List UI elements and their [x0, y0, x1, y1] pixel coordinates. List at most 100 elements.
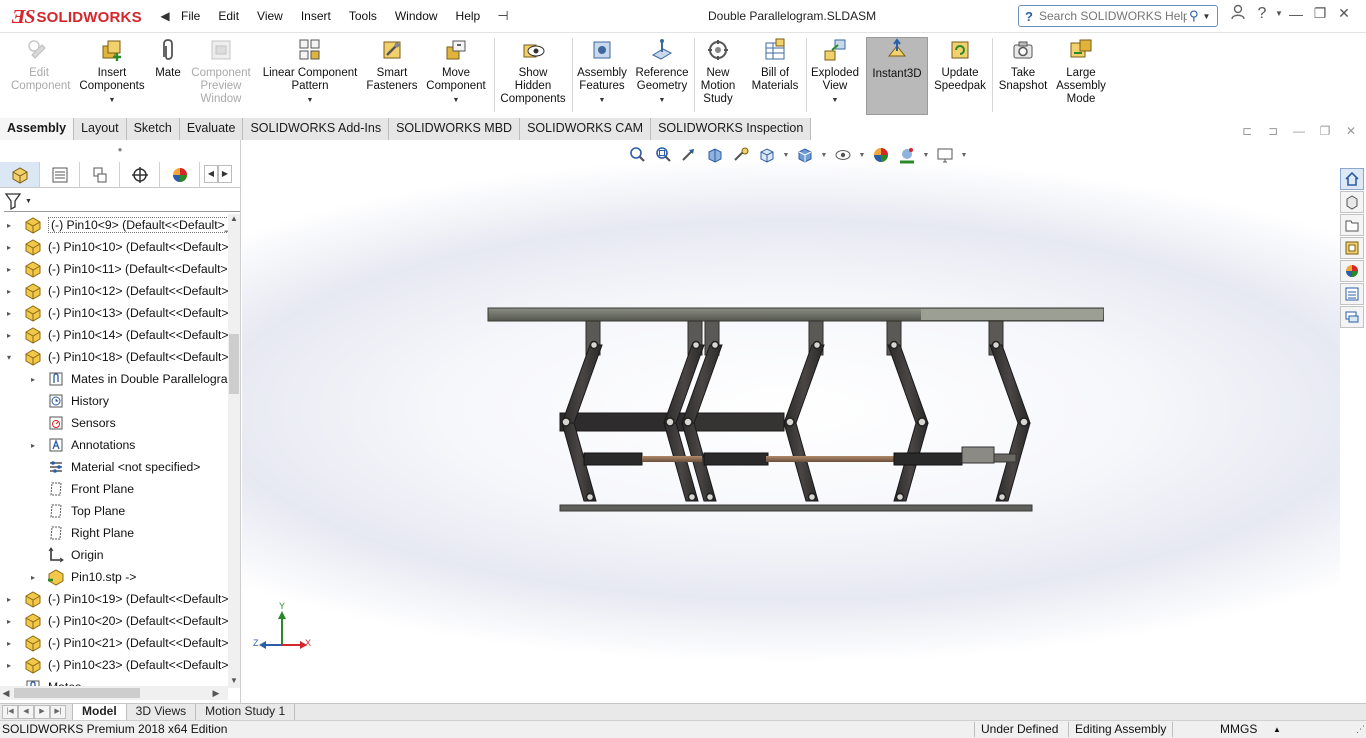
take-snapshot-button[interactable]: Take Snapshot	[996, 37, 1050, 115]
exploded-view-dropdown-icon[interactable]: ▼	[832, 94, 839, 107]
tree-expand-arrow-icon[interactable]: ▸	[4, 221, 14, 230]
unit-system-dropdown-icon[interactable]: ▲	[1273, 721, 1281, 738]
reference-geometry-button[interactable]: Reference Geometry ▼	[632, 37, 692, 115]
restore-icon[interactable]: ❐	[1308, 5, 1332, 22]
tree-expand-arrow-icon[interactable]: ▸	[4, 287, 14, 296]
tab-solidworks-inspection[interactable]: SOLIDWORKS Inspection	[651, 118, 812, 140]
assembly-features-button[interactable]: Assembly Features ▼	[574, 37, 630, 115]
view-orientation-dropdown-icon[interactable]: ▼	[781, 152, 791, 159]
view-palette-tab[interactable]	[1340, 237, 1364, 259]
tab-motion-study-1[interactable]: Motion Study 1	[196, 704, 296, 720]
dimxpert-manager-tab[interactable]	[120, 162, 160, 187]
tree-expand-arrow-icon[interactable]: ▸	[4, 661, 14, 670]
insert-components-button[interactable]: Insert Components ▼	[76, 37, 148, 115]
feature-manager-tab[interactable]	[0, 162, 40, 187]
tab-model[interactable]: Model	[72, 704, 127, 720]
search-options-dropdown-icon[interactable]: ▼	[1203, 12, 1211, 21]
instant3d-button[interactable]: Instant3D	[866, 37, 928, 115]
help-dropdown-icon[interactable]: ▼	[1274, 9, 1284, 18]
show-hidden-components-button[interactable]: Show Hidden Components	[498, 37, 568, 115]
tree-row[interactable]: Right Plane	[0, 522, 228, 544]
tab-3d-views[interactable]: 3D Views	[127, 704, 197, 720]
horizontal-scroll-thumb[interactable]	[14, 688, 140, 698]
view-settings-icon[interactable]	[933, 144, 957, 166]
tree-row[interactable]: ▸ (-) Pin10<9> (Default<<Default>_	[0, 214, 228, 236]
tree-horizontal-scrollbar[interactable]: ◀ ▶	[0, 686, 228, 700]
move-component-dropdown-icon[interactable]: ▼	[453, 94, 460, 107]
apply-scene-dropdown-icon[interactable]: ▼	[921, 152, 931, 159]
tree-row[interactable]: ▸ (-) Pin10<10> (Default<<Default>	[0, 236, 228, 258]
tree-expand-arrow-icon[interactable]: ▸	[4, 331, 14, 340]
property-manager-tab[interactable]	[40, 162, 80, 187]
zoom-to-area-icon[interactable]	[651, 144, 675, 166]
tree-vertical-scrollbar[interactable]: ▲ ▼	[228, 214, 240, 688]
collapse-left-icon[interactable]: ⊏	[1234, 124, 1260, 138]
custom-properties-tab[interactable]	[1340, 283, 1364, 305]
large-assembly-mode-button[interactable]: Large Assembly Mode	[1054, 37, 1108, 115]
scroll-up-icon[interactable]: ▲	[228, 214, 240, 226]
menu-file[interactable]: File	[172, 8, 209, 24]
next-tab-icon[interactable]: ▶	[34, 705, 50, 719]
menu-edit[interactable]: Edit	[209, 8, 248, 24]
tree-row[interactable]: ▸ (-) Pin10<21> (Default<<Default>	[0, 632, 228, 654]
hide-show-dropdown-icon[interactable]: ▼	[857, 152, 867, 159]
filter-dropdown-icon[interactable]: ▼	[25, 198, 32, 205]
display-manager-tab[interactable]	[160, 162, 200, 187]
previous-tab-icon[interactable]: ◀	[18, 705, 34, 719]
edit-appearance-icon[interactable]	[869, 144, 893, 166]
view-orientation-icon[interactable]	[755, 144, 779, 166]
manager-tabs-scroll-left-icon[interactable]: ◀	[204, 165, 218, 183]
minimize-icon[interactable]: —	[1284, 6, 1308, 22]
appearances-scenes-tab[interactable]	[1340, 260, 1364, 282]
tree-row[interactable]: Front Plane	[0, 478, 228, 500]
menu-help[interactable]: Help	[447, 8, 490, 24]
solidworks-forum-tab[interactable]	[1340, 306, 1364, 328]
exploded-view-button[interactable]: Exploded View ▼	[808, 37, 862, 115]
tree-expand-arrow-icon[interactable]: ▸	[28, 441, 38, 450]
configuration-manager-tab[interactable]	[80, 162, 120, 187]
close-icon[interactable]: ✕	[1332, 5, 1356, 22]
tree-row[interactable]: ▸ (-) Pin10<12> (Default<<Default>	[0, 280, 228, 302]
file-explorer-tab[interactable]	[1340, 214, 1364, 236]
tree-expand-arrow-icon[interactable]: ▸	[28, 375, 38, 384]
solidworks-logo[interactable]: ƎS SOLIDWORKS	[12, 3, 142, 31]
tab-solidworks-cam[interactable]: SOLIDWORKS CAM	[520, 118, 652, 140]
tree-row[interactable]: ▸ (-) Pin10<20> (Default<<Default>	[0, 610, 228, 632]
hide-show-items-icon[interactable]	[831, 144, 855, 166]
tree-expand-arrow-icon[interactable]: ▸	[4, 243, 14, 252]
help-icon[interactable]: ?	[1250, 5, 1274, 23]
user-account-icon[interactable]	[1226, 4, 1250, 23]
tab-assembly[interactable]: Assembly	[0, 118, 75, 140]
insert-components-dropdown-icon[interactable]: ▼	[109, 94, 116, 107]
component-preview-window-button[interactable]: Component Preview Window	[188, 37, 254, 115]
tree-row[interactable]: Material <not specified>	[0, 456, 228, 478]
tree-row[interactable]: ▸ (-) Pin10<11> (Default<<Default>	[0, 258, 228, 280]
tree-row[interactable]: ▸ (-) Pin10<23> (Default<<Default>	[0, 654, 228, 676]
tree-row[interactable]: Origin	[0, 544, 228, 566]
collapse-right-icon[interactable]: ⊐	[1260, 124, 1286, 138]
tree-row[interactable]: ▸ Pin10.stp ->	[0, 566, 228, 588]
tree-expand-arrow-icon[interactable]: ▸	[4, 617, 14, 626]
tree-expand-arrow-icon[interactable]: ▸	[4, 639, 14, 648]
tab-solidworks-mbd[interactable]: SOLIDWORKS MBD	[389, 118, 521, 140]
design-library-tab[interactable]	[1340, 191, 1364, 213]
viewport-close-icon[interactable]: ✕	[1338, 124, 1364, 138]
double-parallelogram-assembly[interactable]	[484, 305, 1105, 517]
edit-component-button[interactable]: Edit Component	[8, 37, 70, 115]
tab-evaluate[interactable]: Evaluate	[179, 118, 244, 140]
tree-row[interactable]: ▸ (-) Pin10<13> (Default<<Default>	[0, 302, 228, 324]
menu-collapse-arrow-icon[interactable]: ◀	[158, 8, 172, 24]
tab-sketch[interactable]: Sketch	[126, 118, 180, 140]
display-style-dropdown-icon[interactable]: ▼	[819, 152, 829, 159]
scroll-down-icon[interactable]: ▼	[228, 676, 240, 688]
tree-collapse-arrow-icon[interactable]: ▾	[4, 353, 14, 362]
unit-system-selector[interactable]: MMGS	[1220, 721, 1257, 738]
tree-row[interactable]: Sensors	[0, 412, 228, 434]
reference-geometry-dropdown-icon[interactable]: ▼	[659, 94, 666, 107]
tree-row[interactable]: ▾ (-) Pin10<18> (Default<<Default>	[0, 346, 228, 368]
apply-scene-icon[interactable]	[895, 144, 919, 166]
tab-layout[interactable]: Layout	[74, 118, 127, 140]
solidworks-resources-tab[interactable]	[1340, 168, 1364, 190]
linear-component-pattern-button[interactable]: Linear Component Pattern ▼	[258, 37, 362, 115]
status-resize-grip[interactable]: ⋰	[1356, 721, 1365, 738]
